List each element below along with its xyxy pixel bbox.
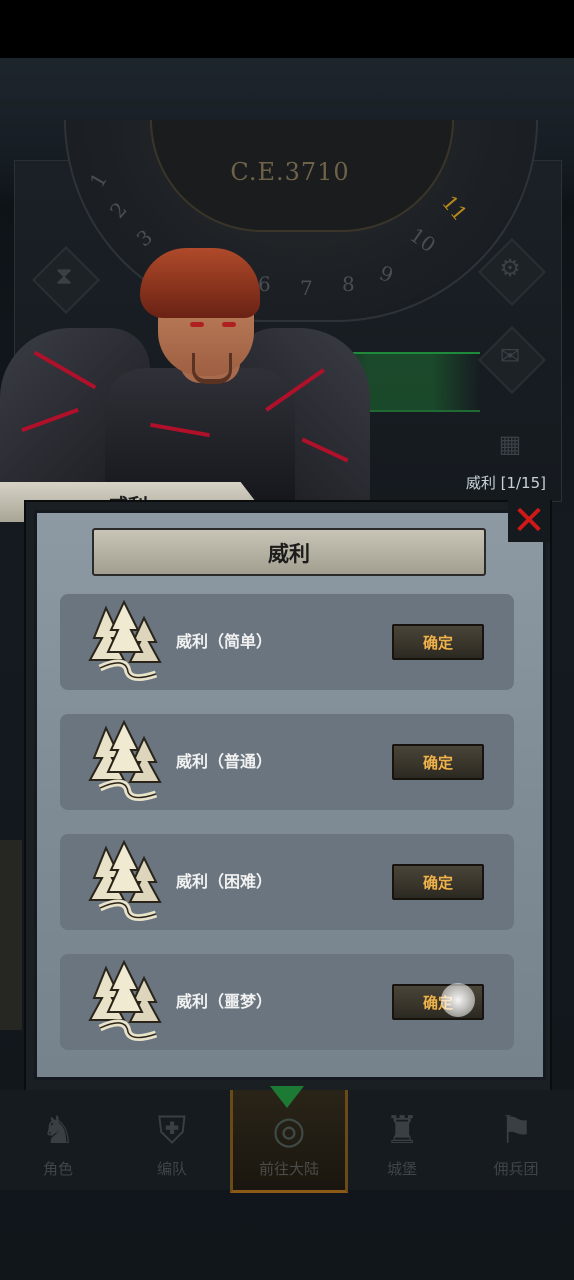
gear-icon: ⚙ xyxy=(499,254,521,282)
difficulty-label: 威利（困难） xyxy=(176,872,273,891)
knight-icon: ♞ xyxy=(40,1108,76,1152)
world-icon: ◎ xyxy=(272,1108,306,1152)
mail-icon: ✉ xyxy=(499,342,521,370)
stage-counter: 威利 [1/15] xyxy=(465,474,546,492)
touch-indicator xyxy=(441,983,475,1017)
hero-beard xyxy=(192,353,232,384)
forest-icon xyxy=(88,840,162,921)
status-bar xyxy=(0,0,574,58)
dialog-title: 威利 xyxy=(268,542,310,566)
confirm-button-easy[interactable]: 确定 xyxy=(392,624,484,660)
hero-eye xyxy=(190,322,204,327)
hero-portrait xyxy=(0,248,370,503)
forest-icon xyxy=(88,960,162,1041)
era-label: C.E.3710 xyxy=(230,158,350,186)
hero-eye xyxy=(222,322,236,327)
nav-item-formation[interactable]: ⛨ 编队 xyxy=(116,1090,228,1190)
map-icon[interactable]: ▦ xyxy=(488,430,532,458)
helmet-icon: ⛨ xyxy=(157,1108,187,1152)
confirm-button-normal[interactable]: 确定 xyxy=(392,744,484,780)
difficulty-label: 威利（噩梦） xyxy=(176,992,273,1011)
background-panel-edge xyxy=(0,840,22,1030)
difficulty-label: 威利（普通） xyxy=(176,752,273,771)
castle-icon: ♜ xyxy=(384,1108,420,1152)
nav-label: 角色 xyxy=(42,1160,73,1178)
difficulty-option[interactable]: 威利（简单） 确定 xyxy=(60,594,514,690)
difficulty-label: 威利（简单） xyxy=(176,632,273,651)
nav-item-castle[interactable]: ♜ 城堡 xyxy=(346,1090,458,1190)
hero-hair xyxy=(140,248,260,318)
forest-icon xyxy=(88,720,162,801)
nav-label: 佣兵团 xyxy=(493,1160,539,1178)
nav-label: 前往大陆 xyxy=(258,1160,319,1178)
nav-active-arrow xyxy=(270,1086,304,1108)
confirm-button-hard[interactable]: 确定 xyxy=(392,864,484,900)
close-button[interactable]: ✕ xyxy=(508,500,550,542)
nav-item-mercenary[interactable]: ⚑ 佣兵团 xyxy=(460,1090,572,1190)
difficulty-option[interactable]: 威利（普通） 确定 xyxy=(60,714,514,810)
forest-icon xyxy=(88,600,162,681)
banner-icon: ⚑ xyxy=(498,1108,534,1152)
nav-label: 编队 xyxy=(156,1160,187,1178)
nav-label: 城堡 xyxy=(386,1160,417,1178)
dialog-title-banner: 威利 xyxy=(92,528,486,576)
nav-item-character[interactable]: ♞ 角色 xyxy=(2,1090,114,1190)
difficulty-option[interactable]: 威利（困难） 确定 xyxy=(60,834,514,930)
